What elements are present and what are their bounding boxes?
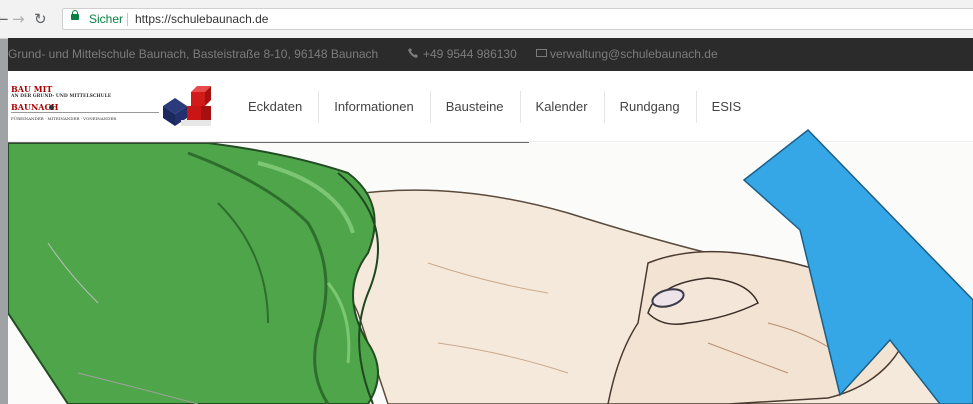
annotation-arrow bbox=[742, 128, 973, 404]
